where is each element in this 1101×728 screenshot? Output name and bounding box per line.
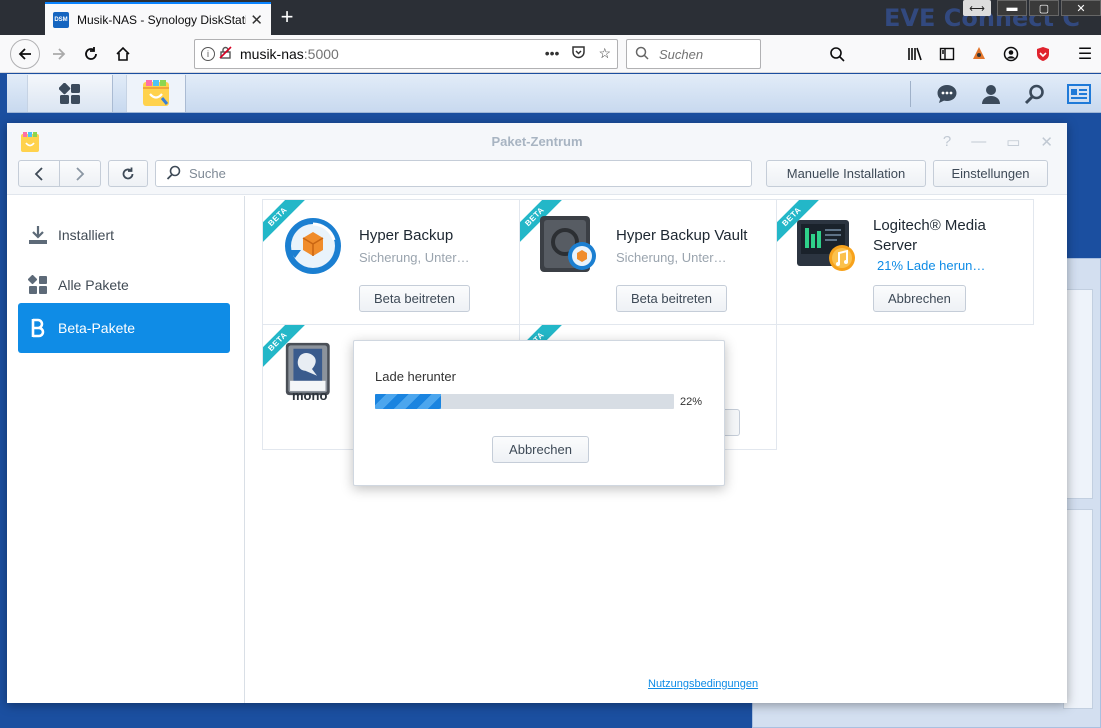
- adblock-shield-icon[interactable]: [1027, 46, 1059, 62]
- sidebar-item-label: Beta-Pakete: [58, 320, 136, 336]
- back-arrow-icon: [18, 48, 31, 60]
- hyper-backup-icon: [285, 218, 341, 274]
- sidebar-item-beta-packages[interactable]: Beta-Pakete: [18, 303, 230, 353]
- package-name: Logitech® Media Server: [873, 217, 986, 254]
- main-menu-icon: [59, 82, 80, 104]
- help-icon[interactable]: ?: [943, 133, 951, 151]
- package-name: Hyper Backup: [359, 227, 454, 244]
- url-port: :5000: [303, 46, 339, 62]
- refresh-button[interactable]: [108, 160, 148, 187]
- info-icon[interactable]: i: [201, 47, 215, 61]
- progress-bar: [375, 394, 674, 409]
- chevron-left-icon: [34, 166, 43, 181]
- download-progress-text: 21% Lade herun…: [877, 258, 986, 273]
- toolbar-icons: ☰: [821, 39, 1101, 69]
- package-name: Hyper Backup Vault: [616, 227, 748, 244]
- reload-button[interactable]: [76, 39, 106, 69]
- chevron-right-icon: [76, 166, 85, 181]
- search-engine-icon[interactable]: [821, 46, 853, 62]
- search-placeholder: Suchen: [659, 46, 704, 62]
- back-button[interactable]: [10, 39, 40, 69]
- progress-percent: 22%: [680, 396, 703, 408]
- refresh-icon: [122, 167, 134, 179]
- mono-icon-label: mono: [292, 388, 328, 403]
- beta-icon: [28, 318, 48, 338]
- insecure-lock-icon[interactable]: [219, 46, 232, 62]
- search-icon[interactable]: [1013, 83, 1057, 105]
- minimize-button[interactable]: ▬: [997, 0, 1027, 16]
- package-card-hyper-backup[interactable]: BETA Hyper Backup Sicherung, Unter… Beta…: [262, 199, 520, 325]
- window-controls: ⟷ ▬ ▢ ✕: [963, 0, 1101, 16]
- settings-button[interactable]: Einstellungen: [933, 160, 1048, 187]
- terms-of-use-link[interactable]: Nutzungsbedingungen: [648, 678, 758, 690]
- bookmark-star-icon[interactable]: ☆: [598, 45, 611, 63]
- dialog-label: Lade herunter: [375, 369, 456, 384]
- sidebar-icon[interactable]: [931, 46, 963, 62]
- home-icon: [116, 46, 130, 61]
- progress-bar-fill: [375, 394, 441, 409]
- forward-arrow-icon: [53, 48, 66, 60]
- new-tab-button[interactable]: +: [276, 4, 298, 30]
- window-header: Paket-Zentrum ? — ▭ ✕ Manuelle Installat…: [7, 123, 1067, 195]
- download-icon: [28, 225, 48, 245]
- package-sidebar: Installiert Alle Pakete Beta-Pakete: [7, 196, 245, 703]
- window-controls: ? — ▭ ✕: [943, 133, 1053, 151]
- package-search-field[interactable]: [155, 160, 752, 187]
- url-host: musik-nas: [240, 46, 304, 62]
- tab-title: Musik-NAS - Synology DiskStation: [77, 12, 247, 27]
- sidebar-item-installed[interactable]: Installiert: [18, 210, 230, 260]
- dsm-favicon-icon: DSM: [53, 11, 69, 28]
- search-icon: [166, 165, 181, 183]
- grid-icon: [28, 275, 48, 295]
- package-card-hyper-backup-vault[interactable]: BETA Hyper Backup Vault Sicherung, Unter…: [519, 199, 777, 325]
- manual-install-button[interactable]: Manuelle Installation: [766, 160, 926, 187]
- nav-back-button[interactable]: [18, 160, 60, 187]
- close-window-button[interactable]: ✕: [1061, 0, 1101, 16]
- pocket-icon[interactable]: [571, 45, 586, 63]
- maximize-icon[interactable]: ▭: [1006, 133, 1020, 151]
- hamburger-menu-icon[interactable]: ☰: [1069, 44, 1101, 64]
- package-description: Sicherung, Unter…: [616, 250, 727, 265]
- resize-icon[interactable]: ⟷: [963, 0, 991, 16]
- close-icon[interactable]: ✕: [1040, 133, 1053, 151]
- browser-tab-strip: DSM Musik-NAS - Synology DiskStation ✕ +…: [0, 0, 1101, 35]
- cancel-download-button[interactable]: Abbrechen: [873, 285, 966, 312]
- hyper-backup-vault-icon: [540, 216, 596, 272]
- search-icon: [635, 46, 649, 63]
- account-icon[interactable]: [995, 46, 1027, 62]
- cancel-button[interactable]: Abbrechen: [492, 436, 589, 463]
- window-title: Paket-Zentrum: [491, 134, 583, 149]
- browser-navbar: i musik-nas:5000 ••• ☆ Suchen ☰: [0, 35, 1101, 73]
- extension-icon[interactable]: [963, 46, 995, 62]
- page-actions-icon[interactable]: •••: [545, 45, 560, 63]
- widgets-icon[interactable]: [1057, 83, 1101, 104]
- forward-button[interactable]: [44, 39, 74, 69]
- sidebar-item-label: Installiert: [58, 227, 115, 243]
- minimize-icon[interactable]: —: [971, 133, 986, 151]
- dsm-taskbar: [7, 74, 1101, 113]
- join-beta-button[interactable]: Beta beitreten: [616, 285, 727, 312]
- chat-icon[interactable]: [925, 83, 969, 105]
- main-menu-button[interactable]: [27, 75, 113, 112]
- sidebar-item-label: Alle Pakete: [58, 277, 129, 293]
- home-button[interactable]: [108, 39, 138, 69]
- package-description: Sicherung, Unter…: [359, 250, 470, 265]
- maximize-button[interactable]: ▢: [1029, 0, 1059, 16]
- browser-search-field[interactable]: Suchen: [626, 39, 761, 69]
- user-icon[interactable]: [969, 83, 1013, 105]
- package-center-icon: [143, 79, 169, 106]
- url-bar[interactable]: i musik-nas:5000 ••• ☆: [194, 39, 618, 69]
- join-beta-button[interactable]: Beta beitreten: [359, 285, 470, 312]
- package-search-input[interactable]: [189, 166, 729, 181]
- nav-forward-button[interactable]: [59, 160, 101, 187]
- close-tab-icon[interactable]: ✕: [250, 11, 263, 29]
- logitech-media-server-icon: [797, 220, 855, 271]
- library-icon[interactable]: [899, 46, 931, 62]
- browser-tab[interactable]: DSM Musik-NAS - Synology DiskStation ✕: [45, 2, 271, 35]
- download-progress-dialog: Lade herunter 22% Abbrechen: [353, 340, 725, 486]
- reload-icon: [85, 47, 97, 60]
- dsm-taskbar-tray: [910, 75, 1101, 112]
- package-card-logitech-media-server[interactable]: BETA Logitech® Media Server 21% Lade her…: [776, 199, 1034, 325]
- package-center-taskbar-button[interactable]: [126, 75, 186, 112]
